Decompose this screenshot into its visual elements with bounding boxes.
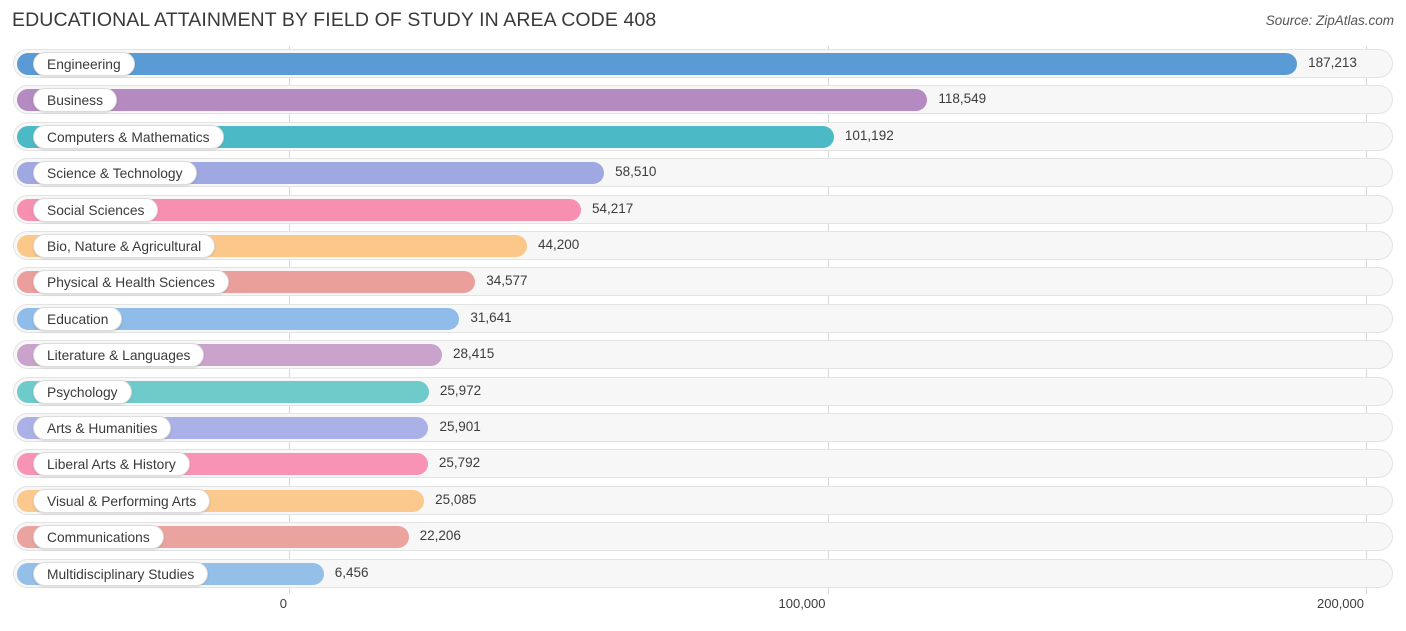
bar-value-label: 25,085: [435, 491, 477, 507]
chart-header: EDUCATIONAL ATTAINMENT BY FIELD OF STUDY…: [0, 0, 1406, 46]
chart-row[interactable]: 58,510 Science & Technology: [0, 155, 1406, 191]
category-label[interactable]: Engineering: [33, 52, 135, 76]
chart-row[interactable]: 25,901 Arts & Humanities: [0, 410, 1406, 446]
bar-value-label: 28,415: [453, 346, 495, 362]
bar-value-label: 101,192: [844, 127, 894, 143]
bar-value-label: 34,577: [486, 273, 528, 289]
bar[interactable]: [17, 53, 1298, 75]
chart-row[interactable]: 54,217 Social Sciences: [0, 192, 1406, 228]
bar-value-label: 25,792: [438, 455, 481, 471]
chart-plot-area: 187,213 Engineering 118,549 Business 101,192…: [0, 46, 1406, 594]
chart-row[interactable]: 25,792 Liberal Arts & History: [0, 446, 1406, 482]
bar-value-label: 118,549: [938, 91, 987, 107]
category-label[interactable]: Social Sciences: [33, 197, 159, 222]
bar-value-label: 54,217: [591, 200, 634, 216]
chart-row[interactable]: 28,415 Literature & Languages: [0, 337, 1406, 373]
chart-row[interactable]: 6,456 Multidisciplinary Studies: [0, 556, 1406, 592]
chart-row[interactable]: 25,085 Visual & Performing Arts: [0, 483, 1406, 519]
chart-row[interactable]: 44,200 Bio, Nature & Agricultural: [0, 228, 1406, 264]
category-label[interactable]: Bio, Nature & Agricultural: [33, 234, 216, 258]
bar-value-label: 25,901: [439, 419, 481, 434]
chart-row[interactable]: 31,641 Education: [0, 301, 1406, 337]
bar-value-label: 31,641: [470, 309, 512, 325]
category-label[interactable]: Science & Technology: [33, 161, 197, 186]
category-label[interactable]: Communications: [33, 525, 164, 550]
category-label[interactable]: Literature & Languages: [33, 343, 205, 368]
page-title: EDUCATIONAL ATTAINMENT BY FIELD OF STUDY…: [12, 9, 657, 31]
category-label[interactable]: Education: [33, 306, 123, 331]
chart-row[interactable]: 118,549 Business: [0, 82, 1406, 118]
bar-value-label: 6,456: [334, 564, 369, 580]
x-axis: 0 100,000 200,000: [0, 594, 1406, 631]
x-axis-tick-label: 0: [279, 596, 287, 611]
category-label[interactable]: Computers & Mathematics: [33, 124, 224, 149]
bar-value-label: 25,972: [439, 382, 482, 398]
bar-value-label: 187,213: [1308, 55, 1357, 70]
category-label[interactable]: Arts & Humanities: [33, 416, 172, 440]
bar-value-label: 22,206: [419, 528, 461, 544]
category-label[interactable]: Visual & Performing Arts: [33, 488, 211, 513]
category-label[interactable]: Business: [33, 88, 117, 113]
x-axis-tick-label: 100,000: [778, 596, 826, 611]
chart-row[interactable]: 187,213 Engineering: [0, 46, 1406, 82]
category-label[interactable]: Multidisciplinary Studies: [33, 561, 209, 586]
category-label[interactable]: Psychology: [33, 379, 132, 404]
source-attribution: Source: ZipAtlas.com: [1265, 13, 1394, 28]
bar-value-label: 44,200: [538, 237, 580, 252]
chart-row[interactable]: 25,972 Psychology: [0, 374, 1406, 410]
chart-row[interactable]: 101,192 Computers & Mathematics: [0, 119, 1406, 155]
chart-row[interactable]: 22,206 Communications: [0, 519, 1406, 555]
bar-value-label: 58,510: [615, 164, 657, 180]
x-axis-tick-label: 200,000: [1317, 596, 1364, 611]
category-label[interactable]: Physical & Health Sciences: [33, 270, 229, 295]
bar[interactable]: [17, 89, 928, 112]
chart-row[interactable]: 34,577 Physical & Health Sciences: [0, 264, 1406, 300]
category-label[interactable]: Liberal Arts & History: [33, 452, 190, 477]
